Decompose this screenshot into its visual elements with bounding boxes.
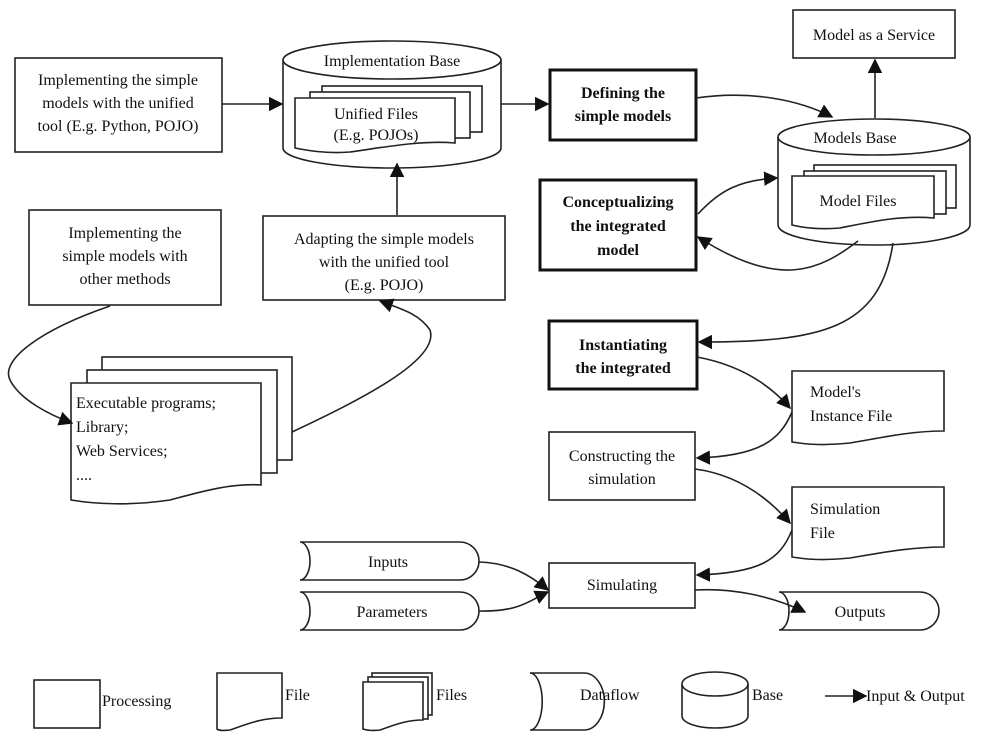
label: tool (E.g. Python, POJO) [38, 118, 199, 135]
implementing-unified-box[interactable]: Implementing the simple models with the … [14, 57, 223, 153]
label: (E.g. POJOs) [334, 127, 419, 144]
arrow-construct-to-simfile [694, 468, 791, 525]
arrow-concept-to-models [697, 171, 779, 215]
legend-files-icon [362, 681, 424, 732]
label: Simulating [587, 577, 657, 594]
label: Web Services; [76, 443, 168, 460]
arrow-simfile-to-simulating [695, 529, 793, 582]
arrow-exec-to-adapting [291, 298, 432, 433]
label: Implementation Base [324, 53, 460, 70]
legend: Processing File Files Dataflow Base Inpu… [33, 671, 965, 732]
label: Outputs [835, 604, 886, 621]
workflow-diagram: Implementing the simple models with the … [7, 9, 971, 732]
defining-simple-models-box[interactable]: Defining the simple models [548, 68, 698, 142]
label: other methods [79, 271, 170, 288]
label: the integrated [575, 360, 671, 377]
label: Model Files [820, 193, 897, 210]
label: Constructing the [569, 448, 675, 465]
label: Inputs [368, 554, 408, 571]
model-as-a-service-box[interactable]: Model as a Service [792, 9, 956, 59]
models-base[interactable]: Models Base Model Files [777, 118, 971, 246]
simulation-file[interactable]: Simulation File [791, 486, 945, 561]
label: with the unified tool [319, 254, 450, 271]
executable-files[interactable]: Executable programs; Library; Web Servic… [70, 356, 293, 505]
label: (E.g. POJO) [345, 277, 424, 294]
arrow-models-to-instantiating [697, 242, 894, 350]
label: Library; [76, 419, 128, 436]
inputs-dataflow[interactable]: Inputs [299, 541, 480, 581]
legend-file-label: File [285, 687, 310, 704]
label: Conceptualizing [562, 194, 673, 211]
label: Parameters [356, 604, 427, 621]
legend-io-label: Input & Output [866, 688, 965, 705]
label: simple models with [62, 248, 187, 265]
parameters-dataflow[interactable]: Parameters [299, 591, 480, 631]
label: simple models [575, 108, 671, 125]
label: Unified Files [334, 106, 418, 123]
label: Implementing the simple [38, 72, 198, 89]
instantiating-box[interactable]: Instantiating the integrated [547, 319, 699, 391]
label: the integrated [570, 218, 666, 235]
arrow-instfile-to-construct [695, 411, 793, 465]
label: Executable programs; [76, 395, 216, 412]
label: simulation [588, 471, 656, 488]
model-instance-file[interactable]: Model's Instance File [791, 370, 945, 446]
label: File [810, 525, 835, 542]
label: Model's [810, 384, 861, 401]
legend-base-label: Base [752, 687, 783, 704]
arrow-inst-to-instfile [696, 356, 791, 410]
adapting-box[interactable]: Adapting the simple models with the unif… [262, 215, 506, 301]
implementation-base[interactable]: Implementation Base Unified Files (E.g. … [282, 40, 502, 169]
label: .... [76, 467, 92, 484]
label: model [597, 242, 639, 259]
arrow-inputs-to-simulating [478, 561, 550, 591]
arrow-params-to-simulating [478, 590, 550, 612]
label: models with the unified [42, 95, 194, 112]
constructing-simulation-box[interactable]: Constructing the simulation [548, 431, 696, 501]
conceptualizing-box[interactable]: Conceptualizing the integrated model [538, 178, 698, 272]
legend-processing-label: Processing [102, 693, 171, 710]
legend-dataflow-label: Dataflow [580, 687, 640, 704]
arrow-defining-to-models [695, 94, 834, 118]
label: Instantiating [579, 337, 667, 354]
label: Models Base [813, 130, 896, 147]
label: Implementing the [68, 225, 181, 242]
legend-files-label: Files [436, 687, 467, 704]
label: Adapting the simple models [294, 231, 474, 248]
label: Model as a Service [813, 27, 935, 44]
label: Instance File [810, 408, 892, 425]
simulating-box[interactable]: Simulating [548, 562, 696, 609]
legend-file-icon [216, 672, 283, 732]
legend-processing-icon [33, 679, 101, 729]
implementing-other-methods-box[interactable]: Implementing the simple models with othe… [28, 209, 222, 306]
label: Defining the [581, 85, 665, 102]
label: Simulation [810, 501, 880, 518]
